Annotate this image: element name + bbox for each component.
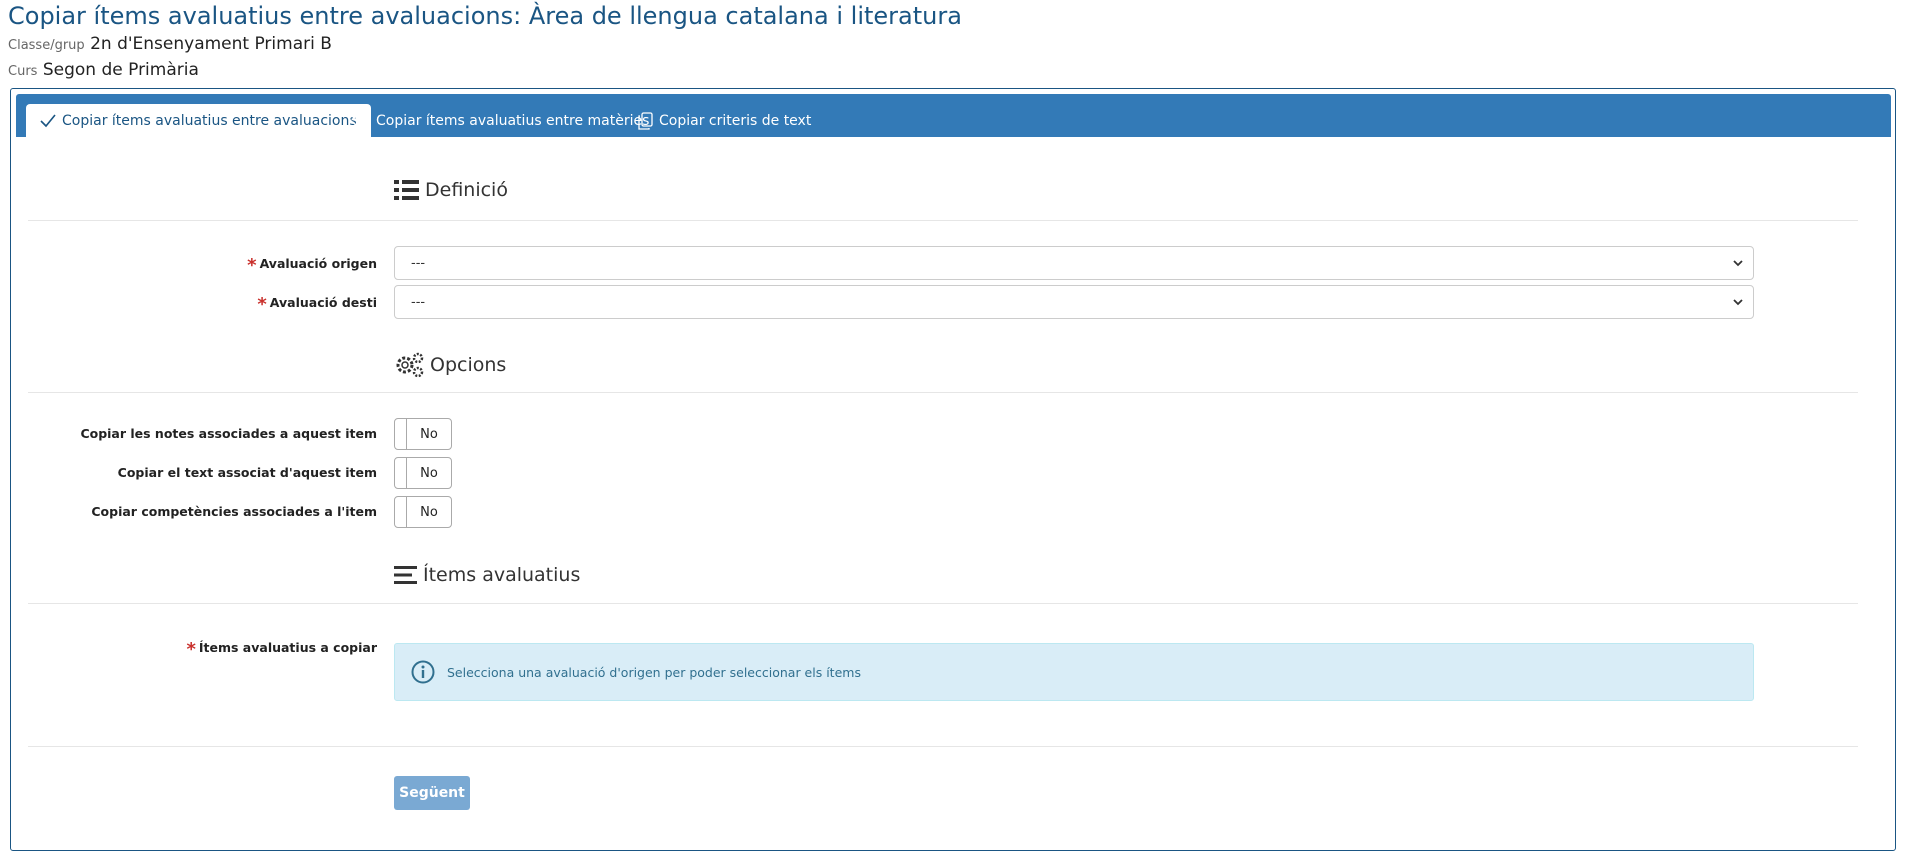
info-text: Selecciona una avaluació d'origen per po… [447,664,861,680]
course-info: Curs Segon de Primària [8,60,199,80]
option-label: Copiar les notes associades a aquest ite… [80,426,377,441]
section-opcions: Opcions [394,352,506,378]
toggle-knob [395,497,407,527]
divider [28,603,1858,604]
tab-copy-between-subjects[interactable]: Copiar ítems avaluatius entre matèries [334,104,663,137]
check-icon [40,113,56,127]
select-value: --- [411,255,426,271]
option-label: Copiar el text associat d'aquest item [117,465,377,480]
origin-evaluation-select[interactable]: --- [394,246,1754,280]
field-label-origen: * Avaluació origen [247,252,377,276]
toggle-knob [395,419,407,449]
toggle-knob [395,458,407,488]
required-asterisk: * [186,639,196,660]
tab-bar: Copiar ítems avaluatius entre avaluacion… [16,94,1891,137]
copy-competences-toggle[interactable]: No [394,496,452,528]
label-text: Ítems avaluatius a copiar [198,640,377,655]
destination-evaluation-select[interactable]: --- [394,285,1754,319]
info-circle-icon [411,660,435,684]
toggle-value: No [420,504,438,520]
class-group-info: Classe/grup 2n d'Ensenyament Primari B [8,34,332,54]
gears-icon [396,352,424,378]
option-label: Copiar competències associades a l'item [91,504,377,519]
tag-icon [348,111,370,130]
course-label: Curs [8,64,38,79]
divider [28,392,1858,393]
class-group-label: Classe/grup [8,38,85,53]
bars-icon [394,566,417,584]
info-alert: Selecciona una avaluació d'origen per po… [394,643,1754,701]
chevron-down-icon [1733,298,1743,305]
field-label-desti: * Avaluació desti [257,291,377,315]
tab-label: Copiar ítems avaluatius entre matèries [376,112,650,129]
toggle-value: No [420,465,438,481]
tab-label: Copiar criteris de text [659,112,812,129]
section-title: Definició [425,179,508,201]
required-asterisk: * [247,255,257,276]
copy-notes-toggle[interactable]: No [394,418,452,450]
chevron-down-icon [1733,259,1743,266]
field-label-items: * Ítems avaluatius a copiar [186,636,377,660]
class-group-value: 2n d'Ensenyament Primari B [90,34,332,54]
copy-text-toggle[interactable]: No [394,457,452,489]
select-value: --- [411,294,426,310]
toggle-value: No [420,426,438,442]
section-definicio: Definició [394,179,508,201]
tab-copy-text-criteria[interactable]: Copiar criteris de text [624,104,825,137]
tab-copy-between-evaluations[interactable]: Copiar ítems avaluatius entre avaluacion… [26,104,371,137]
divider [28,746,1858,747]
section-title: Opcions [430,354,507,376]
required-asterisk: * [257,294,267,315]
course-value: Segon de Primària [42,60,199,80]
section-items: Ítems avaluatius [394,564,580,586]
label-text: Avaluació desti [269,295,377,310]
tab-label: Copiar ítems avaluatius entre avaluacion… [62,112,357,129]
section-title: Ítems avaluatius [423,564,581,586]
copy-icon [638,111,653,130]
label-text: Avaluació origen [259,256,377,271]
list-icon [394,180,419,200]
page-title: Copiar ítems avaluatius entre avaluacion… [8,2,962,30]
divider [28,220,1858,221]
next-button[interactable]: Següent [394,776,470,810]
